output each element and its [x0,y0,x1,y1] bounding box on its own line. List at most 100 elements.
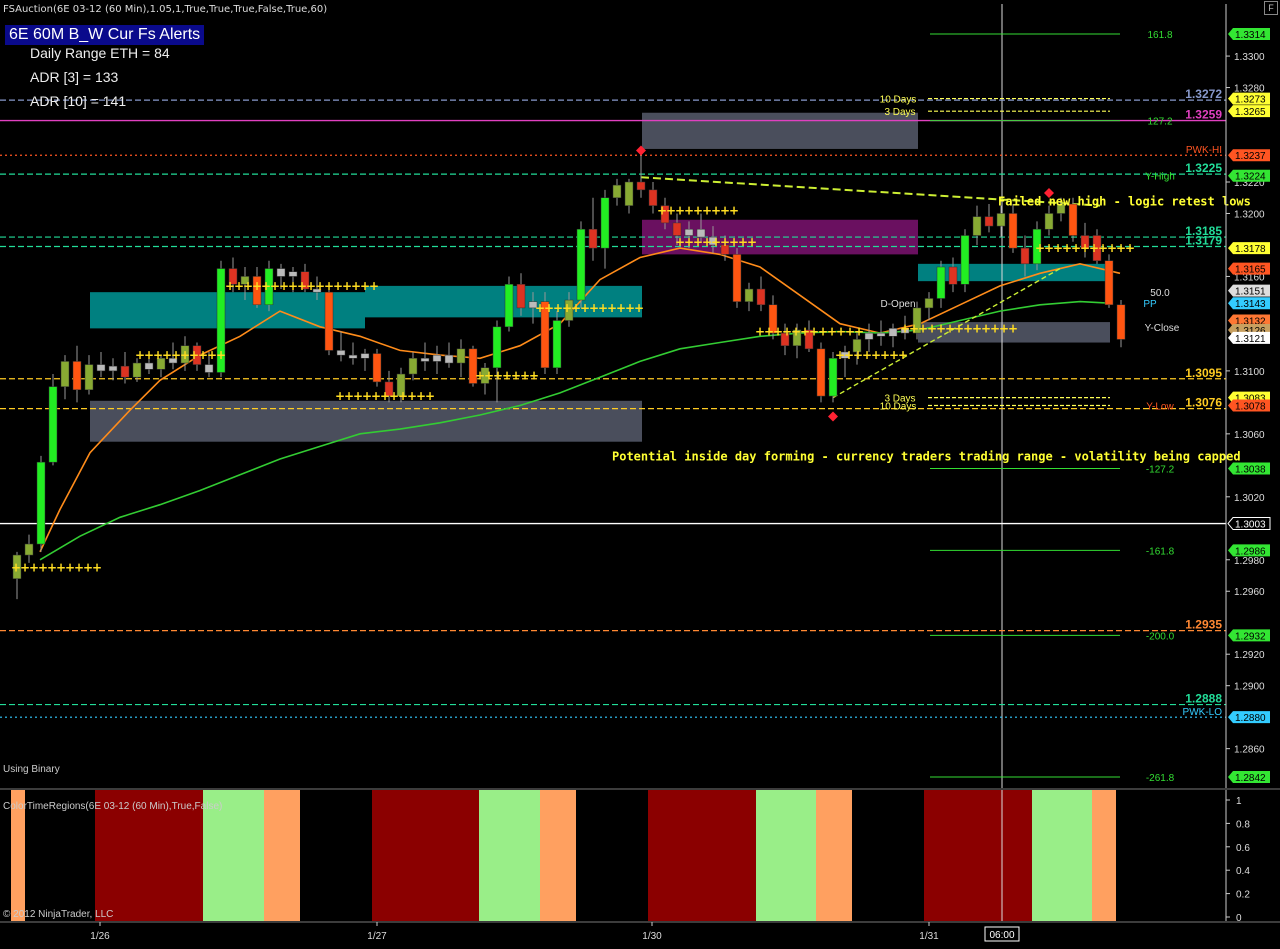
signal-diamond-marker [828,411,838,422]
fib-level-label: -161.8 [1146,546,1175,557]
volume-profile-cross: + [1125,241,1135,255]
candle-body [516,284,526,309]
time-axis-label: 1/30 [642,931,662,942]
indicator-settings-line: FSAuction(6E 03-12 (60 Min),1.05,1,True,… [3,4,328,15]
candle-body [372,353,382,383]
price-tag-label: 1.3273 [1235,95,1266,106]
price-tag-label: 1.2932 [1235,631,1266,642]
price-axis-tick-label: 1.2860 [1234,745,1265,756]
candle-body [588,228,598,249]
volume-profile-cross: + [369,279,379,293]
candle-body [828,358,838,397]
price-tag-label: 1.3003 [1235,520,1266,531]
candle-body [888,328,898,337]
volume-profile-cross: + [216,348,226,362]
candle-body [936,266,946,299]
level-label: 1.3259 [1185,108,1222,122]
time-region-block [756,790,816,921]
candle-body [1044,213,1054,230]
float-toggle-button[interactable]: F [1264,1,1278,15]
volume-profile-cross: + [1008,321,1018,335]
candle-body [648,189,658,206]
price-axis-tick-label: 1.2900 [1234,682,1265,693]
session-level-label: 10 Days [880,402,917,413]
price-tag-label: 1.3224 [1235,172,1266,183]
candle-body [756,288,766,306]
volume-profile-cross: + [747,235,757,249]
price-tag-label: 1.3121 [1235,334,1266,345]
level-label: PWK-LO [1183,707,1223,718]
candle-body [204,364,214,373]
time-region-block [372,790,479,921]
inside-day-annotation: Potential inside day forming - currency … [612,450,1241,464]
level-label: 1.2888 [1185,692,1222,706]
level-label: 1.3225 [1185,161,1222,175]
level-label: 1.3272 [1185,87,1222,101]
sub-axis-tick-label: 0.2 [1236,890,1250,901]
value-area-zone [918,263,1110,282]
candle-body [24,543,34,556]
candle-body [552,320,562,368]
candle-body [108,365,118,372]
sub-axis-tick-label: 0.8 [1236,819,1250,830]
volume-profile-cross: + [898,348,908,362]
volume-profile-cross: + [425,389,435,403]
candle-body [1020,247,1030,265]
candle-body [132,362,142,378]
level-label: PWK-HI [1186,145,1222,156]
time-axis-label: 1/31 [919,931,939,942]
session-level-label: 3 Days [884,107,915,118]
candle-body [276,268,286,277]
value-area-zone [90,292,365,329]
candle-body [492,326,502,368]
candle-body [120,365,130,378]
volume-profile-cross: + [529,369,539,383]
sub-axis-tick-label: 0.4 [1236,866,1250,877]
time-region-block [479,790,540,921]
using-binary-label: Using Binary [3,764,60,775]
candle-body [972,216,982,236]
price-tag-label: 1.3265 [1235,107,1266,118]
price-axis-tick-label: 1.3300 [1234,52,1265,63]
candle-body [996,213,1006,227]
candle-body [816,348,826,397]
cursor-time-label: 06:00 [989,930,1014,941]
time-region-block [1092,790,1116,921]
time-region-block [816,790,852,921]
value-area-zone [642,112,918,149]
candle-body [48,386,58,463]
price-tag-label: 1.3237 [1235,151,1266,162]
candle-body [960,235,970,285]
candle-body [444,354,454,364]
candle-body [612,184,622,198]
time-region-block [924,790,1032,921]
candle-body [1116,304,1126,340]
price-tag-label: 1.3143 [1235,299,1266,310]
candles-layer [12,150,1126,600]
session-level-label: Y-High [1145,172,1175,183]
candle-body [72,361,82,391]
candle-body [408,358,418,375]
price-axis-tick-label: 1.3020 [1234,493,1265,504]
candle-body [624,181,634,206]
candle-body [576,228,586,301]
chart-title[interactable]: 6E 60M B_W Cur Fs Alerts [5,25,205,45]
copyright-label: © 2012 NinjaTrader, LLC [3,909,114,920]
candle-body [504,284,514,328]
candle-body [924,298,934,309]
levels-layer [0,4,1226,788]
price-tag-label: 1.3078 [1235,402,1266,413]
price-axis-tick-label: 1.3100 [1234,367,1265,378]
price-axis: 1.33001.32801.32201.32001.31601.31001.30… [1225,4,1271,788]
markers-layer: ++++++++++++++++++++++++++++++++++++++++… [11,145,1135,575]
level-label: 1.3179 [1185,234,1222,248]
candle-body [864,332,874,340]
candle-body [732,254,742,302]
candle-body [948,266,958,285]
session-level-label: 50.0 [1150,288,1170,299]
candle-body [744,288,754,302]
fib-level-label: -261.8 [1146,773,1175,784]
fib-level-label: -127.2 [1146,464,1175,475]
candle-body [600,197,610,249]
candle-body [36,461,46,545]
